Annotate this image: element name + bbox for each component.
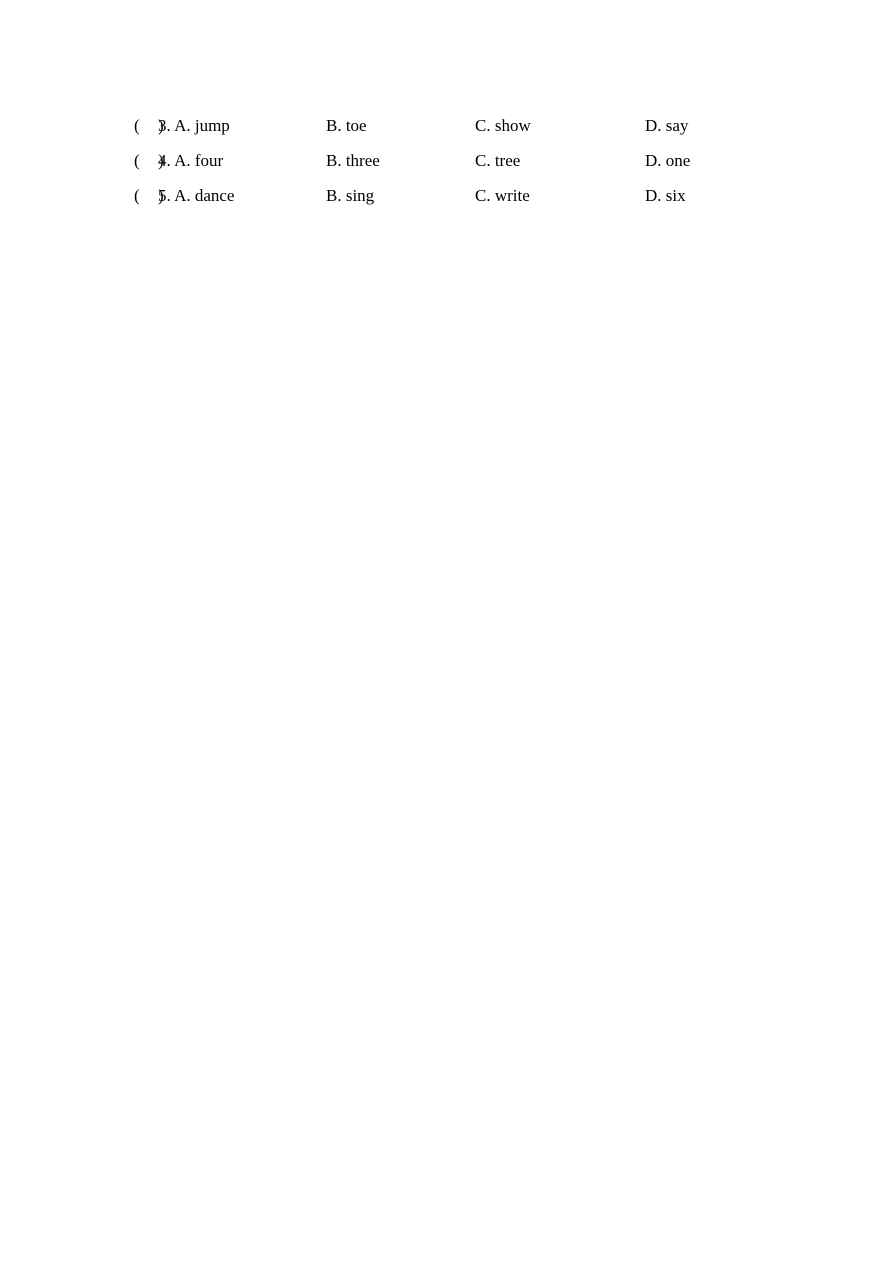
- option-d: D. six: [645, 186, 686, 205]
- option-a: 3. A. jump: [158, 116, 230, 135]
- question-row-5: () 5. A. dance B. sing C. write D. six: [134, 184, 754, 219]
- question-row-4: () 4. A. four B. three C. tree D. one: [134, 149, 754, 184]
- question-number: 3.: [158, 116, 171, 135]
- option-a: 4. A. four: [158, 151, 224, 170]
- option-b: B. toe: [326, 116, 367, 135]
- question-number: 4.: [158, 151, 171, 170]
- option-d: D. one: [645, 151, 691, 170]
- option-c: C. write: [475, 186, 530, 205]
- option-a: 5. A. dance: [158, 186, 235, 205]
- option-b: B. three: [326, 151, 380, 170]
- question-row-3: () 3. A. jump B. toe C. show D. say: [134, 114, 754, 149]
- question-number: 5.: [158, 186, 171, 205]
- option-c: C. show: [475, 116, 531, 135]
- option-b: B. sing: [326, 186, 375, 205]
- option-d: D. say: [645, 116, 689, 135]
- question-list: () 3. A. jump B. toe C. show D. say () 4…: [134, 114, 754, 219]
- option-c: C. tree: [475, 151, 521, 170]
